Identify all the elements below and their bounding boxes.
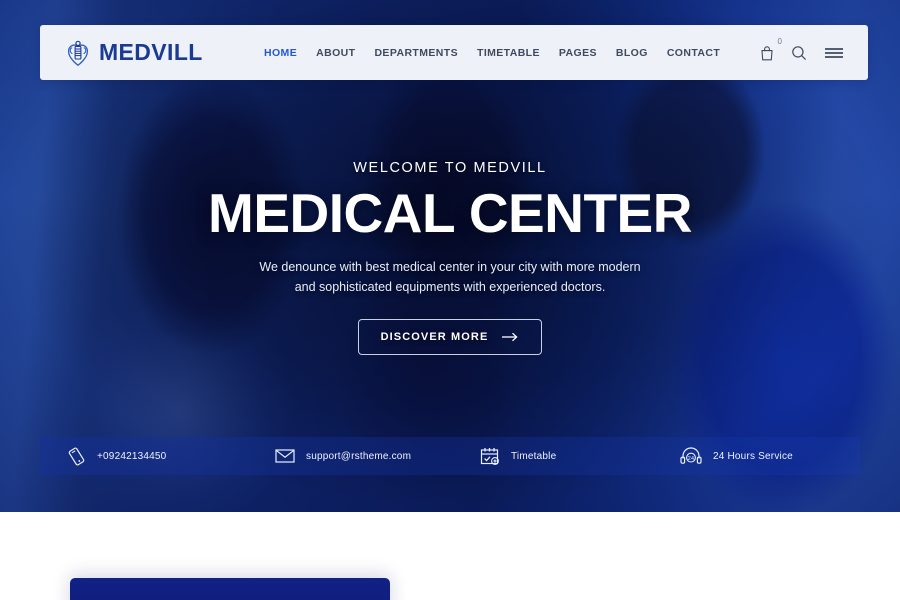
nav-item-timetable[interactable]: TIMETABLE [477,47,540,59]
calendar-check-icon [480,447,500,466]
discover-more-label: DISCOVER MORE [380,331,489,344]
hero-content: WELCOME TO MEDVILL MEDICAL CENTER We den… [0,160,900,356]
info-item-service[interactable]: 24 24 Hours Service [680,446,860,466]
headset-24-icon: 24 [680,446,702,466]
hero-description-line-2: and sophisticated equipments with experi… [294,280,606,295]
hero-welcome-text: WELCOME TO MEDVILL [353,160,547,176]
page-root: WELCOME TO MEDVILL MEDICAL CENTER We den… [0,0,900,600]
nav-item-home[interactable]: HOME [264,47,297,59]
info-item-timetable[interactable]: Timetable [480,447,680,466]
hero-info-bar: +09242134450 support@rstheme.com Timetab… [40,437,860,475]
header-tools: 0 [760,37,868,61]
hero-description: We denounce with best medical center in … [0,257,900,297]
phone-icon [67,447,86,466]
discover-more-button[interactable]: DISCOVER MORE [357,319,543,356]
shopping-bag-icon [760,45,774,61]
search-button[interactable] [791,45,807,61]
hamburger-menu-icon [824,46,844,60]
menu-toggle-button[interactable] [824,46,844,60]
arrow-right-icon [502,332,519,342]
info-item-email[interactable]: support@rstheme.com [275,448,480,464]
main-navigation: HOME ABOUT DEPARTMENTS TIMETABLE PAGES B… [264,47,760,59]
nav-item-contact[interactable]: CONTACT [667,47,720,59]
info-item-phone[interactable]: +09242134450 [40,447,275,466]
search-icon [791,45,807,61]
medical-caduceus-shield-icon [66,40,90,66]
info-email-label: support@rstheme.com [306,450,412,462]
nav-item-blog[interactable]: BLOG [616,47,648,59]
brand-name: MEDVILL [99,39,203,65]
hero-description-line-1: We denounce with best medical center in … [259,260,641,275]
info-phone-label: +09242134450 [97,450,167,462]
info-service-label: 24 Hours Service [713,450,793,462]
cart-button[interactable]: 0 [760,37,782,61]
nav-item-departments[interactable]: DEPARTMENTS [374,47,458,59]
site-header: MEDVILL HOME ABOUT DEPARTMENTS TIMETABLE… [40,25,868,80]
svg-text:24: 24 [688,456,694,462]
nav-item-pages[interactable]: PAGES [559,47,597,59]
nav-item-about[interactable]: ABOUT [316,47,355,59]
hero-title: MEDICAL CENTER [208,182,692,244]
feature-card[interactable] [70,578,390,600]
envelope-icon [275,448,295,464]
brand-logo-link[interactable]: MEDVILL [40,40,240,66]
cart-count-badge: 0 [777,36,782,46]
info-timetable-label: Timetable [511,450,557,462]
